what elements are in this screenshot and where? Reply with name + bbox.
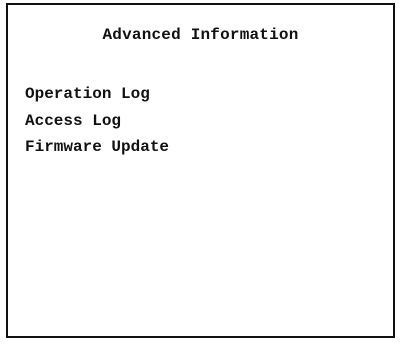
page-title: Advanced Information [102, 26, 299, 44]
advanced-information-panel: Advanced Information Operation Log Acces… [6, 3, 395, 338]
menu-item-operation-log[interactable]: Operation Log [25, 81, 169, 108]
advanced-menu: Operation Log Access Log Firmware Update [25, 81, 169, 161]
menu-item-access-log[interactable]: Access Log [25, 108, 169, 135]
menu-item-firmware-update[interactable]: Firmware Update [25, 134, 169, 161]
